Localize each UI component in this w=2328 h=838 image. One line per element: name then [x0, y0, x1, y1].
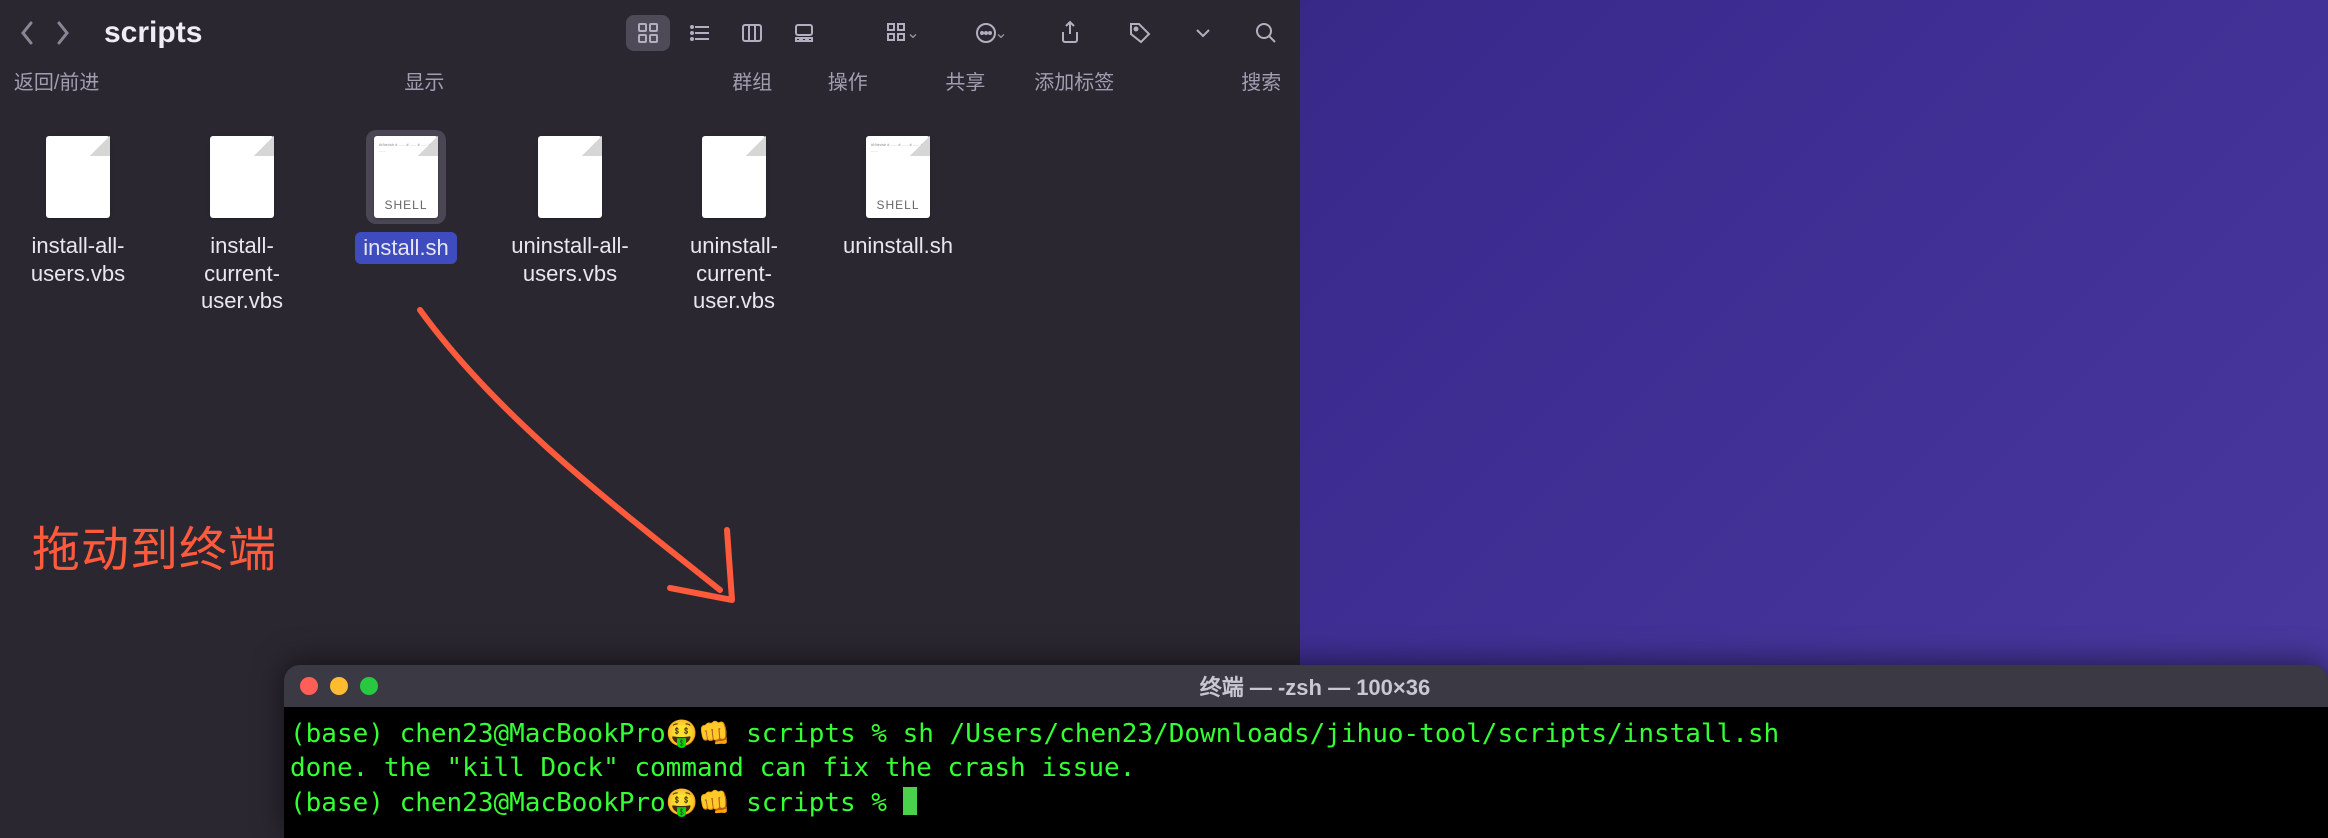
terminal-line-2: done. the "kill Dock" command can fix th…	[290, 753, 1135, 783]
terminal-titlebar[interactable]: 终端 — -zsh — 100×36	[284, 665, 2328, 707]
group-label: 群组	[725, 66, 779, 94]
minimize-window-button[interactable]	[330, 677, 348, 695]
share-label: 共享	[939, 66, 993, 94]
document-file-icon	[210, 136, 274, 218]
search-label: 搜索	[1234, 66, 1288, 94]
icon-view-button[interactable]	[626, 15, 670, 51]
document-file-icon	[46, 136, 110, 218]
nav-arrows	[12, 18, 78, 48]
file-label: uninstall.sh	[843, 232, 953, 260]
file-label: install.sh	[355, 232, 457, 264]
group-by-button[interactable]: ⌄	[872, 15, 934, 51]
zoom-window-button[interactable]	[360, 677, 378, 695]
list-view-button[interactable]	[678, 15, 722, 51]
file-item[interactable]: #!/bin/sh # ...... # ...... # ...... # .…	[834, 124, 962, 268]
toolbar-sublabels: 返回/前进 显示 群组 操作 共享 添加标签 搜索	[0, 66, 1300, 94]
action-label: 操作	[821, 66, 875, 94]
nav-label: 返回/前进	[12, 66, 101, 94]
shell-badge: SHELL	[871, 198, 925, 212]
terminal-line-3: (base) chen23@MacBookPro🤑👊 scripts %	[290, 788, 903, 818]
file-item[interactable]: uninstall-current-user.vbs	[670, 124, 798, 323]
close-window-button[interactable]	[300, 677, 318, 695]
finder-toolbar: scripts	[0, 0, 1300, 66]
annotation-text: 拖动到终端	[32, 510, 277, 580]
file-item[interactable]: install-all-users.vbs	[14, 124, 142, 295]
finder-title: scripts	[104, 16, 202, 50]
file-label: uninstall-all-users.vbs	[510, 232, 630, 287]
column-view-button[interactable]	[730, 15, 774, 51]
terminal-body[interactable]: (base) chen23@MacBookPro🤑👊 scripts % sh …	[284, 707, 2328, 838]
share-button[interactable]	[1048, 15, 1092, 51]
tags-label: 添加标签	[1034, 66, 1114, 94]
terminal-window: 终端 — -zsh — 100×36 (base) chen23@MacBook…	[284, 665, 2328, 838]
window-controls	[300, 677, 378, 695]
file-label: uninstall-current-user.vbs	[674, 232, 794, 315]
shell-file-icon: #!/bin/sh # ...... # ...... # ...... # .…	[374, 136, 438, 218]
tags-button[interactable]	[1118, 15, 1162, 51]
file-label: install-current-user.vbs	[182, 232, 302, 315]
document-file-icon	[702, 136, 766, 218]
document-file-icon	[538, 136, 602, 218]
view-mode-group	[626, 15, 826, 51]
toolbar-group-right: ⌄ ⌄	[872, 15, 1288, 51]
shell-file-icon: #!/bin/sh # ...... # ...... # ...... # .…	[866, 136, 930, 218]
terminal-cursor	[903, 787, 917, 815]
view-label: 显示	[221, 66, 627, 94]
back-button[interactable]	[12, 18, 42, 48]
forward-button[interactable]	[48, 18, 78, 48]
file-item[interactable]: #!/bin/sh # ...... # ...... # ...... # .…	[342, 124, 470, 272]
file-item[interactable]: install-current-user.vbs	[178, 124, 306, 323]
search-button[interactable]	[1244, 15, 1288, 51]
action-menu-button[interactable]: ⌄	[960, 15, 1022, 51]
shell-badge: SHELL	[379, 198, 433, 212]
terminal-line-1: (base) chen23@MacBookPro🤑👊 scripts % sh …	[290, 719, 1779, 749]
terminal-title: 终端 — -zsh — 100×36	[378, 670, 2252, 702]
file-label: install-all-users.vbs	[18, 232, 138, 287]
gallery-view-button[interactable]	[782, 15, 826, 51]
dropdown-button[interactable]	[1188, 15, 1218, 51]
file-item[interactable]: uninstall-all-users.vbs	[506, 124, 634, 295]
